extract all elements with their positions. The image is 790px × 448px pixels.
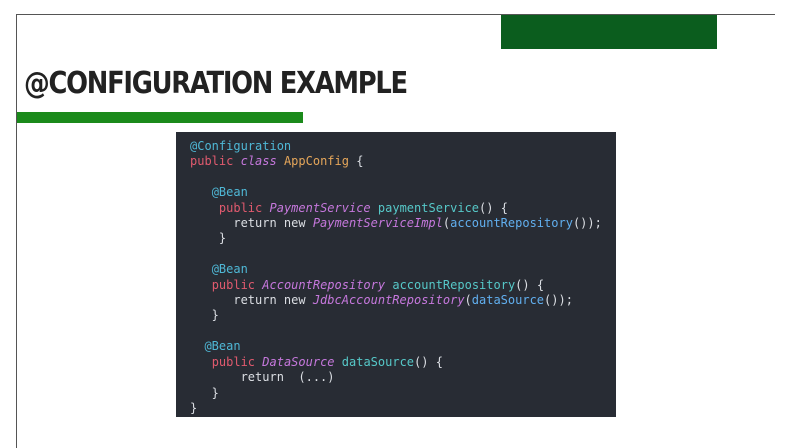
code-line-4: @Bean [211,185,248,200]
code-line-15: public DataSource dataSource() { [211,354,443,369]
code-line-16: return (...) [190,370,335,385]
frame-left-border [16,14,17,448]
code-block: @Configuration public class AppConfig { … [190,139,602,416]
code-line-6: return new PaymentServiceImpl(accountRep… [190,216,602,231]
top-accent-bar [501,15,717,49]
code-line-5: public PaymentService paymentService() { [218,200,508,215]
annotation-token: @Configuration [190,139,292,153]
title-underline [17,112,303,123]
code-line-12: } [190,308,219,323]
code-line-10: public AccountRepository accountReposito… [211,277,545,292]
slide-title: @CONFIGURATION EXAMPLE [24,66,408,101]
code-line-14: @Bean [204,339,241,354]
code-line-17: } [190,385,219,400]
code-line-7: } [190,231,227,246]
code-line-1: @Configuration [190,139,291,153]
code-line-9: @Bean [211,262,248,277]
slide: @CONFIGURATION EXAMPLE @Configuration pu… [0,0,790,448]
code-panel: @Configuration public class AppConfig { … [176,132,616,417]
code-line-11: return new JdbcAccountRepository(dataSou… [190,293,573,308]
code-line-18: } [190,400,198,415]
code-line-2: public class AppConfig { [190,154,364,169]
